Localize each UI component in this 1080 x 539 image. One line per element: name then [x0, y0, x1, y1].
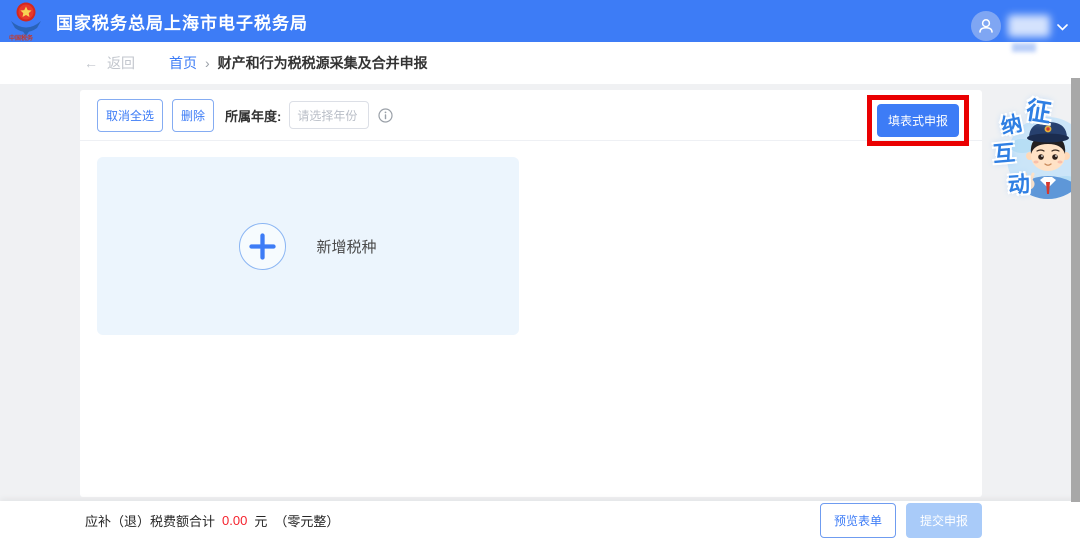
breadcrumb-home-link[interactable]: 首页	[169, 53, 197, 73]
screen: 中国税务 国家税务总局上海市电子税务局 ← 返回 首页 › 财产和行为税税源采集…	[0, 0, 1080, 539]
year-label: 所属年度:	[225, 108, 282, 124]
back-arrow-icon: ←	[84, 55, 98, 71]
year-select-input[interactable]: 请选择年份	[289, 101, 370, 129]
mascot-widget[interactable]: 征 纳 互 动	[988, 96, 1080, 204]
tax-bureau-logo-icon: 中国税务	[9, 2, 41, 41]
mascot-char-zheng: 征	[1024, 96, 1054, 128]
preview-form-button[interactable]: 预览表单	[819, 502, 896, 538]
avatar[interactable]	[971, 11, 1001, 41]
annotation-highlight-box: 填表式申报	[866, 95, 969, 146]
user-icon	[979, 19, 993, 33]
add-circle[interactable]	[239, 222, 287, 270]
add-tax-type-label: 新增税种	[316, 238, 377, 256]
total-amount-summary: 应补（退）税费额合计 0.00 元 （零元整）	[85, 511, 339, 530]
plus-icon	[249, 232, 277, 260]
back-button[interactable]: ← 返回	[84, 53, 135, 73]
total-label: 应补（退）税费额合计	[85, 513, 216, 529]
breadcrumb-current-page: 财产和行为税税源采集及合并申报	[217, 55, 428, 71]
scrollbar-thumb[interactable]	[1071, 78, 1080, 502]
currency-unit: 元	[254, 513, 268, 529]
back-label: 返回	[107, 55, 135, 71]
redacted-username	[1008, 15, 1050, 37]
add-tax-type-panel[interactable]: 新增税种	[97, 157, 519, 335]
info-icon[interactable]	[378, 107, 393, 123]
amount-in-words: （零元整）	[274, 513, 340, 529]
logo-text: 中国税务	[9, 34, 34, 41]
mascot-char-hu: 互	[991, 140, 1017, 167]
footer-bar: 应补（退）税费额合计 0.00 元 （零元整） 预览表单 提交申报	[0, 501, 1080, 539]
app-title: 国家税务总局上海市电子税务局	[56, 13, 308, 33]
redacted-subtext	[1012, 43, 1036, 52]
total-amount-value: 0.00	[222, 512, 248, 528]
footer-actions: 预览表单 提交申报	[819, 502, 982, 538]
main-card: 取消全选 删除 所属年度: 请选择年份 填表式申报 新增税种	[80, 90, 982, 497]
delete-button[interactable]: 删除	[172, 98, 215, 132]
mascot-char-na: 纳	[998, 112, 1025, 139]
fill-form-declare-button[interactable]: 填表式申报	[876, 104, 959, 137]
cancel-select-all-button[interactable]: 取消全选	[97, 98, 164, 132]
mascot-char-dong: 动	[1007, 171, 1031, 198]
app-header: 中国税务 国家税务总局上海市电子税务局	[0, 0, 1080, 42]
breadcrumb: ← 返回 首页 › 财产和行为税税源采集及合并申报	[0, 42, 1080, 84]
chevron-down-icon	[1057, 23, 1068, 31]
user-menu[interactable]	[971, 0, 1068, 42]
submit-declare-button[interactable]: 提交申报	[905, 502, 982, 538]
year-placeholder: 请选择年份	[297, 108, 358, 123]
toolbar: 取消全选 删除 所属年度: 请选择年份 填表式申报	[80, 90, 982, 146]
breadcrumb-bar: ← 返回 首页 › 财产和行为税税源采集及合并申报	[0, 42, 1080, 84]
breadcrumb-separator: ›	[205, 55, 210, 71]
